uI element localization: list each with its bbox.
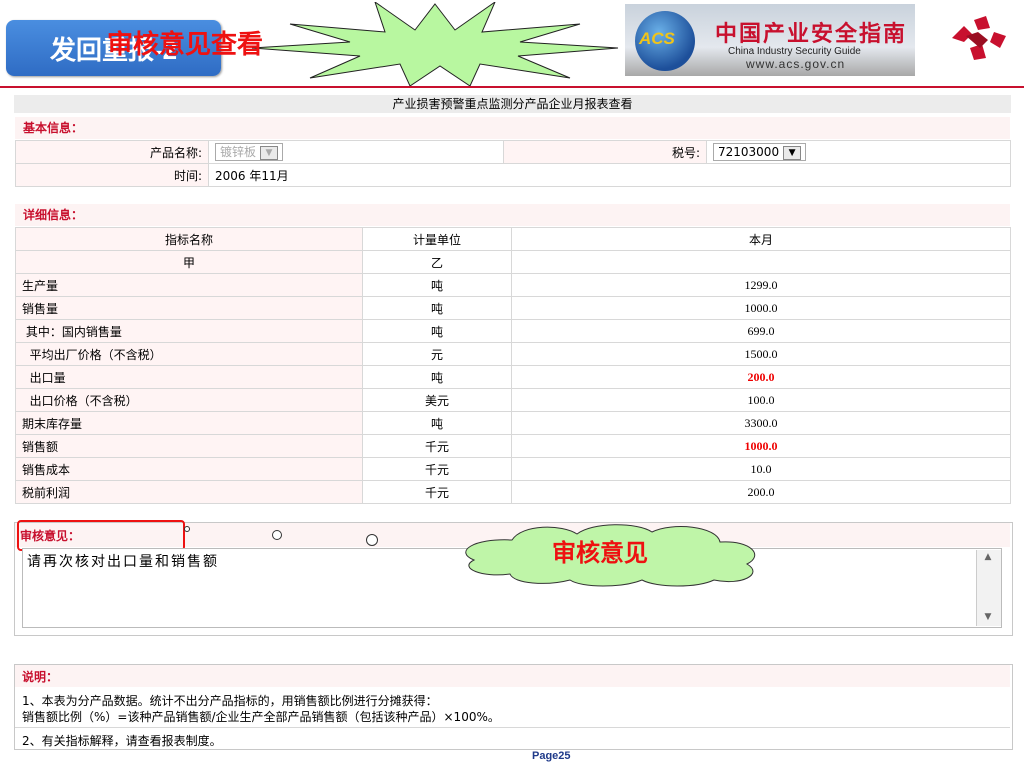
time-value: 2006 年11月: [208, 163, 1011, 187]
notes-header: [15, 665, 1010, 687]
unit-cell: 吨: [362, 273, 512, 297]
callout-title: 审核意见查看: [106, 29, 263, 59]
report-title: 产业损害预警重点监测分产品企业月报表查看: [14, 95, 1011, 113]
note-line: 销售额比例（%）=该种产品销售额/企业生产全部产品销售额（包括该种产品）×100…: [22, 710, 500, 724]
value-cell: 1000.0: [511, 296, 1011, 320]
indicator-name: 销售量: [15, 296, 363, 320]
notes-divider: [15, 727, 1010, 728]
sub-column-header: [511, 250, 1011, 274]
table-row: 销售量吨 1000.0: [15, 296, 1011, 320]
unit-cell: 千元: [362, 480, 512, 504]
indicator-name: 出口量: [15, 365, 363, 389]
value-cell: 10.0: [511, 457, 1011, 481]
review-label-highlight: [17, 520, 185, 551]
detail-info-section: 详细信息：: [15, 204, 1010, 226]
indicator-name: 其中：国内销售量: [15, 319, 363, 343]
product-select-value: 镀锌板: [220, 145, 257, 159]
unit-cell: 千元: [362, 457, 512, 481]
chevron-down-icon[interactable]: ▼: [260, 145, 279, 160]
value-cell: 100.0: [511, 388, 1011, 412]
tax-cell: 72103000 ▼: [706, 140, 1011, 164]
indicator-name: 销售成本: [15, 457, 363, 481]
value-cell: 200.0: [511, 365, 1011, 389]
product-select[interactable]: 镀锌板 ▼: [215, 143, 284, 161]
logo-cn-text: 中国产业安全指南: [715, 21, 908, 47]
basic-info-table: 产品名称: 镀锌板 ▼ 税号: 72103000 ▼ 时间: 2006 年11月: [15, 140, 1011, 187]
page-number: Page25: [532, 750, 571, 762]
column-header: 指标名称: [15, 227, 363, 251]
unit-cell: 美元: [362, 388, 512, 412]
scroll-up-icon[interactable]: ▲: [978, 552, 998, 566]
unit-cell: 吨: [362, 411, 512, 435]
column-header: 本月: [511, 227, 1011, 251]
table-row: 出口价格（不含税） 美元 100.0: [15, 388, 1011, 412]
header-divider: [0, 86, 1024, 88]
table-row: 销售成本 千元 10.0: [15, 457, 1011, 481]
thought-dot: [366, 534, 378, 546]
sub-column-header: 乙: [362, 250, 512, 274]
basic-info-section: 基本信息：: [15, 117, 1010, 139]
product-name-label: 产品名称:: [15, 140, 209, 164]
note-line: 1、本表为分产品数据。统计不出分产品指标的，用销售额比例进行分摊获得：: [22, 694, 438, 708]
table-row: 生产量吨 1299.0: [15, 273, 1011, 297]
unit-cell: 吨: [362, 365, 512, 389]
table-row: 平均出厂价格（不含税）元 1500.0: [15, 342, 1011, 366]
brand-mark-icon: [952, 16, 1006, 60]
unit-cell: 吨: [362, 296, 512, 320]
column-header: 计量单位: [362, 227, 512, 251]
logo-url-text: www.acs.gov.cn: [746, 57, 846, 71]
indicator-name: 生产量: [15, 273, 363, 297]
table-row: 销售额 千元 1000.0: [15, 434, 1011, 458]
value-cell: 699.0: [511, 319, 1011, 343]
acs-logo: ACS 中国产业安全指南 China Industry Security Gui…: [625, 4, 915, 76]
indicator-name: 出口价格（不含税）: [15, 388, 363, 412]
logo-acs-text: ACS: [639, 29, 675, 48]
table-row: 期末库存量吨 3300.0: [15, 411, 1011, 435]
sub-column-header: 甲: [15, 250, 363, 274]
product-name-cell: 镀锌板 ▼: [208, 140, 504, 164]
chevron-down-icon[interactable]: ▼: [783, 145, 802, 160]
thought-dot: [184, 526, 190, 532]
tax-select-value: 72103000: [718, 145, 780, 159]
cloud-callout-text: 审核意见: [552, 541, 648, 567]
note-line: 2、有关指标解释，请查看报表制度。: [22, 734, 222, 748]
value-cell: 1299.0: [511, 273, 1011, 297]
indicator-name: 平均出厂价格（不含税）: [15, 342, 363, 366]
detail-table: 指标名称 计量单位 本月 甲 乙 生产量吨 1299.0 销售量吨 1000.0 其中…: [15, 227, 1011, 504]
indicator-name: 销售额: [15, 434, 363, 458]
value-cell: 1500.0: [511, 342, 1011, 366]
table-row: 其中：国内销售量吨 699.0: [15, 319, 1011, 343]
value-cell: 200.0: [511, 480, 1011, 504]
logo-en-text: China Industry Security Guide: [728, 46, 861, 57]
unit-cell: 元: [362, 342, 512, 366]
value-cell: 1000.0: [511, 434, 1011, 458]
indicator-name: 税前利润: [15, 480, 363, 504]
time-label: 时间:: [15, 163, 209, 187]
unit-cell: 吨: [362, 319, 512, 343]
value-cell: 3300.0: [511, 411, 1011, 435]
unit-cell: 千元: [362, 434, 512, 458]
notes-label: 说明：: [22, 670, 59, 684]
table-row: 税前利润 千元 200.0: [15, 480, 1011, 504]
table-row: 出口量吨 200.0: [15, 365, 1011, 389]
thought-dot: [272, 530, 282, 540]
tax-label: 税号:: [503, 140, 707, 164]
indicator-name: 期末库存量: [15, 411, 363, 435]
scroll-down-icon[interactable]: ▼: [978, 612, 998, 626]
tax-select[interactable]: 72103000 ▼: [713, 143, 807, 161]
